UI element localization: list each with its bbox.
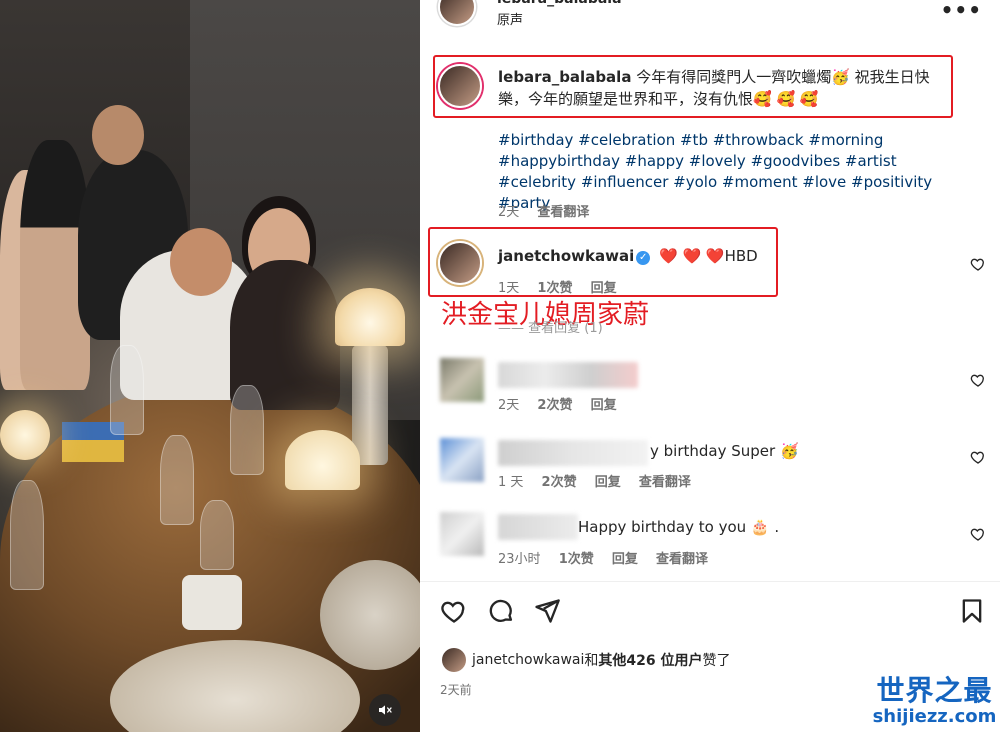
heart-icon[interactable] <box>970 526 986 542</box>
post-panel: lebara_balabala 原声 ••• lebara_balabala 今… <box>420 0 1000 732</box>
table-lamp <box>0 410 50 460</box>
comment-hearts: ❤️ ❤️ ❤️ <box>659 247 725 265</box>
liker-avatar[interactable] <box>442 648 466 672</box>
blurred-username <box>498 440 648 466</box>
blurred-comment <box>498 362 638 388</box>
wine-glass <box>110 345 144 435</box>
blurred-username <box>498 514 578 540</box>
reply-button[interactable]: 回复 <box>591 398 617 413</box>
more-options-button[interactable]: ••• <box>941 0 982 22</box>
post-video[interactable] <box>0 0 420 732</box>
liked-by-suffix: 赞了 <box>702 653 731 669</box>
comment-text: HBD <box>724 247 758 265</box>
commenter-avatar[interactable] <box>440 438 484 482</box>
wine-glass <box>10 480 44 590</box>
comment-meta: 2天 2次赞 回复 <box>498 394 631 413</box>
comment-time[interactable]: 2天 <box>498 398 519 413</box>
liker-username[interactable]: janetchowkawai <box>472 652 584 668</box>
liked-by-connector: 和 <box>584 653 599 669</box>
comment-text: y birthday Super 🥳 <box>650 442 799 460</box>
reply-button[interactable]: 回复 <box>612 552 638 567</box>
heart-icon[interactable] <box>970 449 986 465</box>
guest-head <box>170 228 232 296</box>
comment: janetchowkawai ✓ ❤️ ❤️ ❤️HBD <box>498 247 758 265</box>
verified-badge-icon: ✓ <box>636 251 651 265</box>
comment-text: Happy birthday to you 🎂 . <box>578 518 780 536</box>
translate-link[interactable]: 查看翻译 <box>656 552 708 567</box>
liked-by: janetchowkawai 和其他426 位用户 赞了 <box>442 648 731 672</box>
divider <box>420 581 1000 582</box>
guest-head <box>92 105 144 165</box>
post-date[interactable]: 2天前 <box>440 681 472 698</box>
heart-icon[interactable] <box>970 372 986 388</box>
heart-icon[interactable] <box>440 597 468 625</box>
share-icon[interactable] <box>533 597 561 625</box>
comment-likes[interactable]: 2次赞 <box>542 475 577 490</box>
reply-button[interactable]: 回复 <box>595 475 621 490</box>
plate <box>320 560 420 670</box>
wine-glass <box>160 435 194 525</box>
commenter-avatar[interactable] <box>440 512 484 556</box>
site-watermark: 世界之最 shijiezz.com <box>872 675 997 727</box>
author-avatar[interactable] <box>438 0 476 26</box>
caption: lebara_balabala 今年有得同獎門人一齊吹蠟燭🥳 祝我生日快樂，今年… <box>498 66 948 110</box>
author-username[interactable]: lebara_balabala <box>497 0 622 7</box>
comment-username[interactable]: janetchowkawai <box>498 247 634 265</box>
comment-meta: 1 天 2次赞 回复 查看翻译 <box>498 471 705 490</box>
bookmark-icon[interactable] <box>958 597 986 625</box>
comment-likes[interactable]: 2次赞 <box>537 398 572 413</box>
commenter-avatar[interactable] <box>438 241 482 285</box>
caption-avatar[interactable] <box>438 64 482 108</box>
wine-glass <box>230 385 264 475</box>
comment-time[interactable]: 23小时 <box>498 552 541 567</box>
translate-link[interactable]: 查看翻译 <box>537 205 589 220</box>
comment-icon[interactable] <box>487 597 515 625</box>
cup <box>182 575 242 630</box>
commenter-avatar[interactable] <box>440 358 484 402</box>
caption-username[interactable]: lebara_balabala <box>498 68 631 86</box>
likes-count[interactable]: 其他426 位用户 <box>598 650 702 670</box>
comment-time[interactable]: 1 天 <box>498 475 523 490</box>
translate-link[interactable]: 查看翻译 <box>639 475 691 490</box>
caption-time[interactable]: 2天 <box>498 205 519 220</box>
table-lamp <box>285 430 360 490</box>
audio-label[interactable]: 原声 <box>497 9 523 28</box>
heart-icon[interactable] <box>970 256 986 272</box>
caption-meta: 2天 查看翻译 <box>498 201 603 220</box>
watermark-title: 世界之最 <box>876 674 993 707</box>
mute-button[interactable] <box>369 694 401 726</box>
table-lamp <box>352 345 388 465</box>
table-lamp <box>335 288 405 346</box>
watermark-url: shijiezz.com <box>872 706 997 727</box>
view-replies-button[interactable]: —— 查看回复 (1) <box>498 317 603 336</box>
comment-meta: 23小时 1次赞 回复 查看翻译 <box>498 548 722 567</box>
wine-glass <box>200 500 234 570</box>
comment-likes[interactable]: 1次赞 <box>559 552 594 567</box>
speaker-muted-icon <box>379 705 392 715</box>
